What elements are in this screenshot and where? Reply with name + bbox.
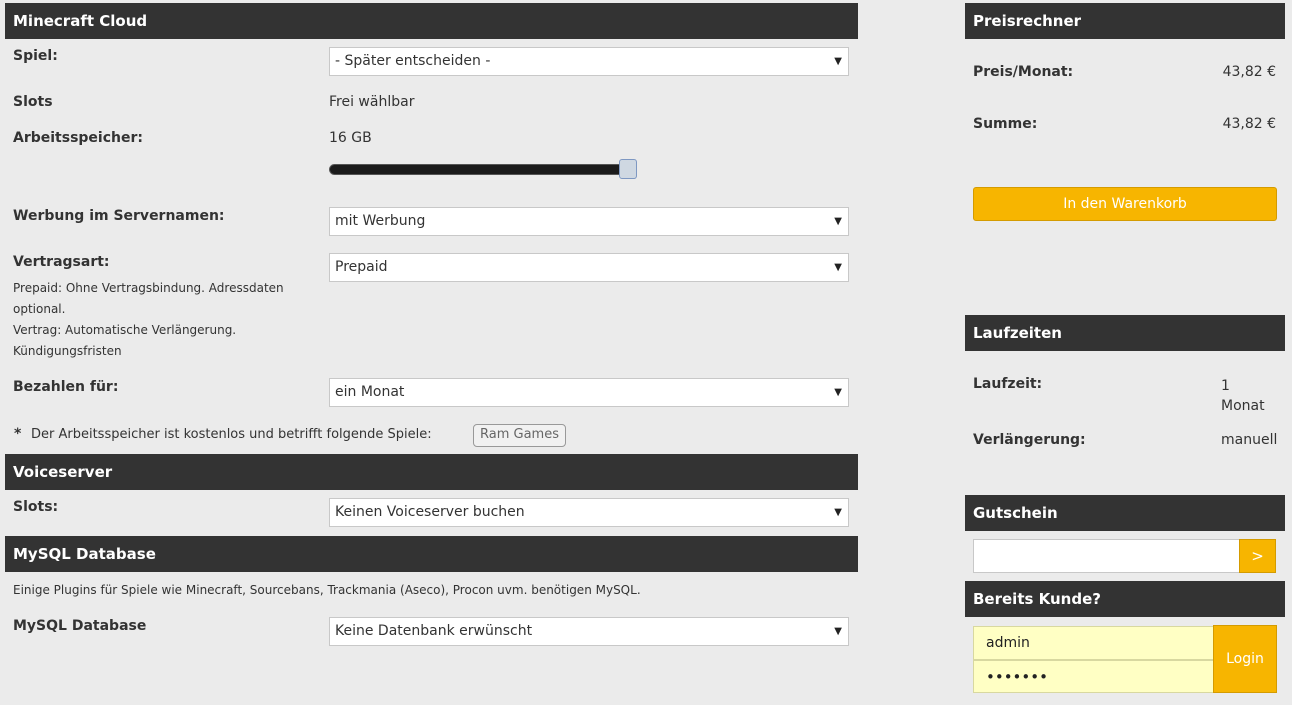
ram-label: Arbeitsspeicher: xyxy=(13,130,143,146)
vertrag-select[interactable]: Prepaid ▼ xyxy=(329,253,849,282)
add-to-cart-button[interactable]: In den Warenkorb xyxy=(973,187,1277,221)
werbung-label: Werbung im Servernamen: xyxy=(13,208,225,224)
ram-value: 16 GB xyxy=(329,130,372,146)
chevron-down-icon: ▼ xyxy=(834,387,842,398)
voice-slots-label: Slots: xyxy=(13,499,59,515)
chevron-down-icon: ▼ xyxy=(834,216,842,227)
vertrag-label: Vertragsart: xyxy=(13,254,110,270)
mysql-select-value: Keine Datenbank erwünscht xyxy=(335,623,533,639)
chevron-down-icon: ▼ xyxy=(834,262,842,273)
spiel-label: Spiel: xyxy=(13,48,58,64)
chevron-down-icon: ▼ xyxy=(834,507,842,518)
ram-note-star: * xyxy=(14,426,22,442)
section-header-minecraft: Minecraft Cloud xyxy=(5,3,858,39)
section-header-kunde: Bereits Kunde? xyxy=(965,581,1285,617)
mysql-select[interactable]: Keine Datenbank erwünscht ▼ xyxy=(329,617,849,646)
slots-label: Slots xyxy=(13,94,53,110)
section-header-mysql: MySQL Database xyxy=(5,536,858,572)
bezahlen-label: Bezahlen für: xyxy=(13,379,119,395)
ram-slider-track[interactable] xyxy=(329,164,625,175)
section-header-preisrechner: Preisrechner xyxy=(965,3,1285,39)
summe-value: 43,82 € xyxy=(1222,116,1276,132)
section-header-voiceserver: Voiceserver xyxy=(5,454,858,490)
voice-slots-select-value: Keinen Voiceserver buchen xyxy=(335,504,525,520)
laufzeit-value-line: Monat xyxy=(1221,398,1265,414)
laufzeit-label: Laufzeit: xyxy=(973,376,1043,392)
login-button[interactable]: Login xyxy=(1213,625,1277,693)
preis-value: 43,82 € xyxy=(1222,64,1276,80)
vertrag-note-line: Kündigungsfristen xyxy=(13,344,122,358)
preis-label: Preis/Monat: xyxy=(973,64,1074,80)
mysql-description: Einige Plugins für Spiele wie Minecraft,… xyxy=(13,583,641,597)
verlaengerung-value: manuell xyxy=(1221,432,1278,448)
ram-games-tag[interactable]: Ram Games xyxy=(473,424,566,447)
section-header-gutschein: Gutschein xyxy=(965,495,1285,531)
voucher-input[interactable] xyxy=(973,539,1240,573)
verlaengerung-label: Verlängerung: xyxy=(973,432,1086,448)
vertrag-note-line: Vertrag: Automatische Verlängerung. xyxy=(13,323,237,337)
werbung-select-value: mit Werbung xyxy=(335,213,426,229)
laufzeit-value: 1 Monat xyxy=(1221,376,1265,416)
spiel-select[interactable]: - Später entscheiden - ▼ xyxy=(329,47,849,76)
ram-slider-handle[interactable] xyxy=(619,159,637,179)
chevron-down-icon: ▼ xyxy=(834,56,842,67)
section-header-laufzeiten: Laufzeiten xyxy=(965,315,1285,351)
voucher-submit-button[interactable]: > xyxy=(1239,539,1276,573)
werbung-select[interactable]: mit Werbung ▼ xyxy=(329,207,849,236)
bezahlen-select-value: ein Monat xyxy=(335,384,405,400)
vertrag-note-line: Prepaid: Ohne Vertragsbindung. Adressdat… xyxy=(13,281,284,295)
password-input[interactable]: ••••••• xyxy=(973,660,1214,693)
spiel-select-value: - Später entscheiden - xyxy=(335,53,491,69)
vertrag-note-line: optional. xyxy=(13,302,66,316)
bezahlen-select[interactable]: ein Monat ▼ xyxy=(329,378,849,407)
voice-slots-select[interactable]: Keinen Voiceserver buchen ▼ xyxy=(329,498,849,527)
slots-value: Frei wählbar xyxy=(329,94,415,110)
ram-note-text: Der Arbeitsspeicher ist kostenlos und be… xyxy=(31,427,432,442)
chevron-down-icon: ▼ xyxy=(834,626,842,637)
username-input[interactable]: admin xyxy=(973,626,1214,660)
summe-label: Summe: xyxy=(973,116,1038,132)
vertrag-note: Prepaid: Ohne Vertragsbindung. Adressdat… xyxy=(13,278,313,362)
vertrag-select-value: Prepaid xyxy=(335,259,388,275)
mysql-label: MySQL Database xyxy=(13,618,147,634)
laufzeit-value-line: 1 xyxy=(1221,378,1230,394)
